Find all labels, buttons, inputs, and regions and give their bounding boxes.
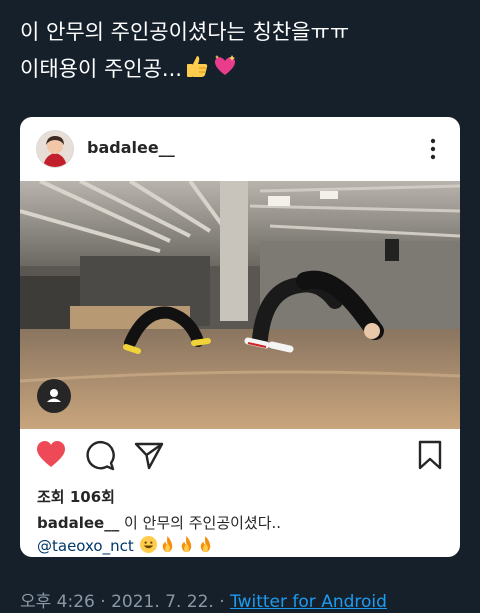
fire-icon [158,535,177,557]
caption-username[interactable]: badalee__ [37,514,119,532]
view-count: 조회 106회 [37,488,115,506]
fire-icon [196,535,215,557]
tweet-source-link[interactable]: Twitter for Android [230,592,387,612]
meta-separator: · [100,592,106,612]
action-bar [20,435,460,477]
tweet-line-1: 이 안무의 주인공이셨다는 칭찬을ㅠㅠ [20,14,460,51]
sparkling-heart-icon [212,53,238,91]
meta-separator: · [219,592,225,612]
grinning-face-icon [139,535,158,557]
bookmark-icon[interactable] [414,439,446,471]
share-icon[interactable] [133,439,165,471]
caption: badalee__ 이 안무의 주인공이셨다.. [37,512,281,533]
avatar[interactable] [37,131,73,167]
tweet-time[interactable]: 오후 4:26 [20,592,95,612]
comment-icon[interactable] [84,439,116,471]
tweet-text: 이 안무의 주인공이셨다는 칭찬을ㅠㅠ 이태용이 주인공... [20,14,460,91]
mention-link[interactable]: @taeoxo_nct [37,537,134,555]
instagram-header: badalee__ [20,117,460,181]
tweet-line-2: 이태용이 주인공... [20,51,460,91]
fire-icon [177,535,196,557]
tweet-date[interactable]: 2021. 7. 22. [111,592,214,612]
mention-line: @taeoxo_nct [37,535,215,557]
tweet-line-2-text: 이태용이 주인공... [20,57,182,81]
instagram-username[interactable]: badalee__ [87,138,175,157]
tweet-meta: 오후 4:26 · 2021. 7. 22. · Twitter for And… [20,587,387,612]
more-icon[interactable] [422,137,444,161]
user-tag-icon[interactable] [37,379,71,413]
caption-text: 이 안무의 주인공이셨다.. [124,514,282,532]
tweet-line-1-text: 이 안무의 주인공이셨다는 칭찬을ㅠㅠ [20,20,350,44]
thumbs-up-icon [184,53,210,91]
instagram-embed-card[interactable]: badalee__ 조회 106회 badalee__ 이 안무의 주인공이셨다… [20,117,460,557]
dance-studio-photo[interactable] [20,181,460,429]
heart-icon[interactable] [35,439,67,471]
